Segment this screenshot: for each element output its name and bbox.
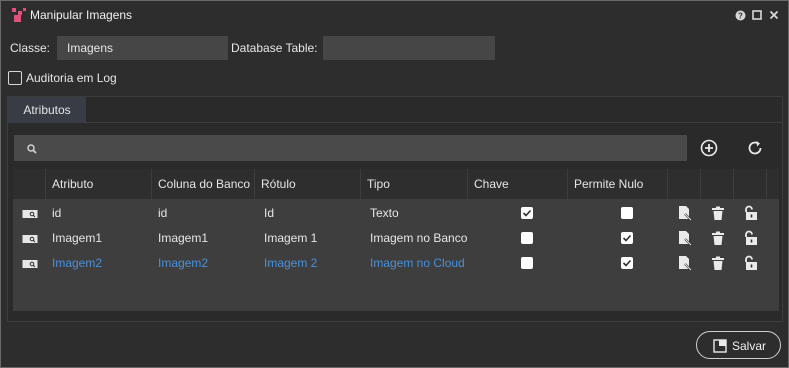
cell-rotulo: Imagem 2 xyxy=(264,256,318,270)
classe-field[interactable]: Imagens xyxy=(57,36,228,60)
cell-atributo: Imagem2 xyxy=(52,256,103,270)
database-table-label: Database Table: xyxy=(231,41,318,55)
search-input[interactable] xyxy=(14,135,687,161)
attributes-panel: Atributos Atributo Coluna do Banco Rótul… xyxy=(7,96,783,322)
cell-coluna: Imagem2 xyxy=(158,256,209,270)
svg-text:?: ? xyxy=(738,11,743,20)
header-atributo[interactable]: Atributo xyxy=(46,169,152,199)
trash-icon[interactable] xyxy=(710,230,726,246)
classe-label: Classe: xyxy=(10,41,51,55)
permite-nulo-checkbox-checked[interactable] xyxy=(621,257,633,269)
save-button[interactable]: Salvar xyxy=(696,331,781,359)
app-icon xyxy=(11,7,27,23)
title-bar: Manipular Imagens ? xyxy=(1,1,788,29)
header-coluna-do-banco[interactable]: Coluna do Banco xyxy=(152,169,255,199)
cell-tipo: Texto xyxy=(370,206,399,220)
auditoria-label: Auditoria em Log xyxy=(26,71,117,85)
cell-coluna: Imagem1 xyxy=(158,231,209,245)
row-key-icon xyxy=(22,231,38,247)
header-chave[interactable]: Chave xyxy=(468,169,568,199)
chave-checkbox[interactable] xyxy=(521,257,533,269)
window-title: Manipular Imagens xyxy=(30,8,133,22)
dialog-window: Manipular Imagens ? Classe: Imagens Data… xyxy=(0,0,789,368)
cell-rotulo: Imagem 1 xyxy=(264,231,318,245)
table-row[interactable]: Imagem1 Imagem1 Imagem 1 Imagem no Banco xyxy=(13,226,779,251)
cell-atributo: id xyxy=(52,206,62,220)
edit-icon[interactable] xyxy=(677,205,693,221)
auditoria-checkbox[interactable] xyxy=(8,71,22,85)
edit-icon[interactable] xyxy=(677,230,693,246)
unlock-icon[interactable] xyxy=(742,205,758,221)
table-row-selected[interactable]: Imagem2 Imagem2 Imagem 2 Imagem no Cloud xyxy=(13,251,779,276)
refresh-icon[interactable] xyxy=(744,137,766,159)
header-permite-nulo[interactable]: Permite Nulo xyxy=(568,169,668,199)
save-label: Salvar xyxy=(732,339,767,353)
header-edit-col xyxy=(668,169,701,199)
table-header: Atributo Coluna do Banco Rótulo Tipo Cha… xyxy=(13,169,779,199)
trash-icon[interactable] xyxy=(710,255,726,271)
chave-checkbox-checked[interactable] xyxy=(521,207,533,219)
header-delete-col xyxy=(701,169,734,199)
save-icon xyxy=(713,339,727,356)
cell-tipo: Imagem no Banco xyxy=(370,231,468,245)
header-lock-col xyxy=(734,169,767,199)
add-icon[interactable] xyxy=(698,137,720,159)
row-key-icon xyxy=(22,206,38,222)
cell-atributo: Imagem1 xyxy=(52,231,103,245)
unlock-icon[interactable] xyxy=(742,255,758,271)
window-controls: ? xyxy=(734,9,780,21)
edit-icon[interactable] xyxy=(677,255,693,271)
cell-rotulo: Id xyxy=(264,206,275,220)
header-icon-col xyxy=(13,169,46,199)
close-icon[interactable] xyxy=(768,9,780,21)
help-icon[interactable]: ? xyxy=(734,9,746,21)
chave-checkbox[interactable] xyxy=(521,232,533,244)
cell-coluna: id xyxy=(158,206,168,220)
table-row[interactable]: id id Id Texto xyxy=(13,201,779,226)
header-tipo[interactable]: Tipo xyxy=(361,169,468,199)
tab-atributos[interactable]: Atributos xyxy=(8,97,86,123)
tab-bar: Atributos xyxy=(8,97,782,123)
permite-nulo-checkbox-checked[interactable] xyxy=(621,232,633,244)
maximize-icon[interactable] xyxy=(751,9,763,21)
cell-tipo: Imagem no Cloud xyxy=(370,256,465,270)
attributes-table: Atributo Coluna do Banco Rótulo Tipo Cha… xyxy=(13,169,779,311)
search-icon xyxy=(27,143,37,157)
unlock-icon[interactable] xyxy=(742,230,758,246)
trash-icon[interactable] xyxy=(710,205,726,221)
row-key-icon xyxy=(22,256,38,272)
permite-nulo-checkbox[interactable] xyxy=(621,207,633,219)
header-rotulo[interactable]: Rótulo xyxy=(255,169,361,199)
database-table-field[interactable] xyxy=(323,36,495,60)
